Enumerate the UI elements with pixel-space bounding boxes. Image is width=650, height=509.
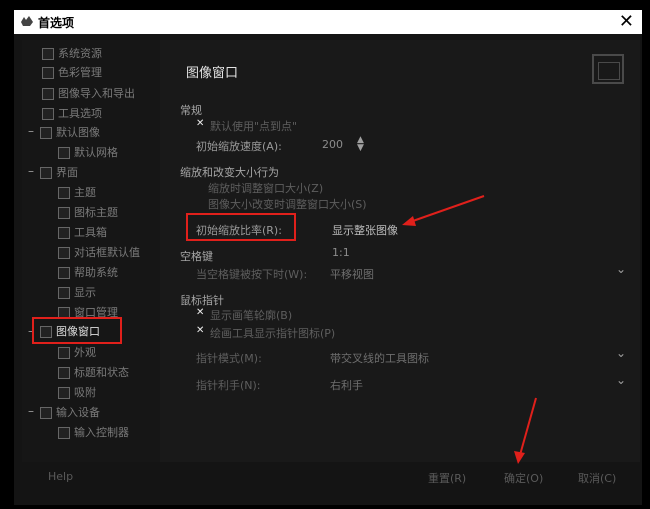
annotation-arrow-ratio [402, 195, 485, 226]
annotation-arrow-ok [514, 397, 537, 464]
annotation-arrows [402, 195, 537, 464]
